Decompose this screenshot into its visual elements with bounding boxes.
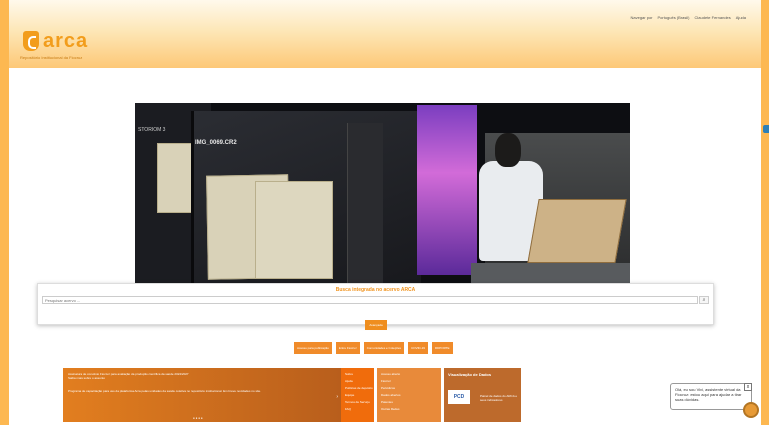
room-label: STORIOM 3 [138,127,166,133]
search-card: Busca integrada no acervo ARCA ⌕ [37,283,714,325]
carousel-indicators[interactable]: ● ● ● ● [193,416,203,420]
data-visualization-link[interactable]: Painel de dados do ARCA e seus indicador… [480,394,518,402]
search-input[interactable] [42,296,698,304]
link-fiocruz[interactable]: Fiocruz [381,379,391,383]
link-patents[interactable]: Patentes [381,400,393,404]
desk [471,263,630,284]
logo-text: arca [43,29,89,52]
quick-links: Acesso para publicação Entre Fiocruz Com… [294,342,453,354]
site-header: arca Repositório Institucional da Fiocru… [9,0,761,68]
quick-link-rdporte[interactable]: RDPORTE [431,342,453,354]
link-policy[interactable]: Políticas de depósito [345,386,373,390]
search-icon: ⌕ [702,297,706,303]
link-journals[interactable]: Periódicos [381,386,395,390]
side-tab-button[interactable] [763,125,769,133]
link-team[interactable]: Equipe [345,393,354,397]
news-subline[interactable]: Saiba mais sobre o assunto [68,376,105,380]
top-navigation: Navegar por Português (Brasil) Claudete … [630,15,746,20]
herbarium-page-right [255,181,333,279]
quick-link-publish[interactable]: Acesso para publicação [294,342,332,354]
arca-logo-icon [23,31,39,51]
news-carousel[interactable]: Assinatura de convênio Fiocruz para aval… [63,368,342,422]
nav-language[interactable]: Português (Brasil) [658,15,690,20]
links-panel-about: Sobre Ajuda Políticas de depósito Equipe… [341,368,374,422]
person-head [495,133,521,167]
chat-bubble[interactable]: Olá, eu sou Vivi, assistente virtual da … [670,383,752,410]
nav-user[interactable]: Claudete Fernandes [695,15,731,20]
nav-browse[interactable]: Navegar por [630,15,652,20]
advanced-search-button[interactable]: Avançada [365,320,387,330]
link-faq[interactable]: FAQ [345,407,351,411]
data-visualization-title: Visualização de Dados [448,372,492,377]
open-book [527,199,627,263]
close-icon[interactable]: x [744,383,752,391]
pcd-logo[interactable]: PCD [448,390,470,404]
link-about[interactable]: Sobre [345,372,353,376]
search-title: Busca integrada no acervo ARCA [335,287,416,293]
nav-help[interactable]: Ajuda [736,15,746,20]
quick-link-covid[interactable]: COVID-19 [408,342,428,354]
link-open-access[interactable]: Acesso aberto [381,372,400,376]
arca-logo[interactable]: arca [23,29,88,53]
link-help[interactable]: Ajuda [345,379,353,383]
link-open-data[interactable]: Dados abertos [381,393,401,397]
search-button[interactable]: ⌕ [699,296,709,304]
page: arca Repositório Institucional da Fiocru… [9,0,761,425]
carousel-next-icon[interactable]: › [336,394,338,400]
right-monitor [417,105,477,275]
image-filename: IMG_0069.CR2 [195,140,237,146]
link-other-networks[interactable]: Outras Redes [381,407,400,411]
links-panel-resources: Acesso aberto Fiocruz Periódicos Dados a… [377,368,441,422]
link-terms[interactable]: Termos de Serviço [345,400,370,404]
hero-image: IMG_0069.CR2 STORIOM 3 [135,103,630,284]
chat-avatar[interactable] [743,402,759,418]
data-visualization-panel: Visualização de Dados PCD Painel de dado… [444,368,521,422]
quick-link-fiocruz[interactable]: Entre Fiocruz [335,342,360,354]
news-body: Programa de capacitação para uso da plat… [68,389,261,393]
quick-link-communities[interactable]: Comunidades e Coleções [363,342,405,354]
software-panel [347,123,383,283]
chat-message: Olá, eu sou Vivi, assistente virtual da … [675,387,742,402]
logo-subtitle: Repositório Institucional da Fiocruz [20,55,83,60]
